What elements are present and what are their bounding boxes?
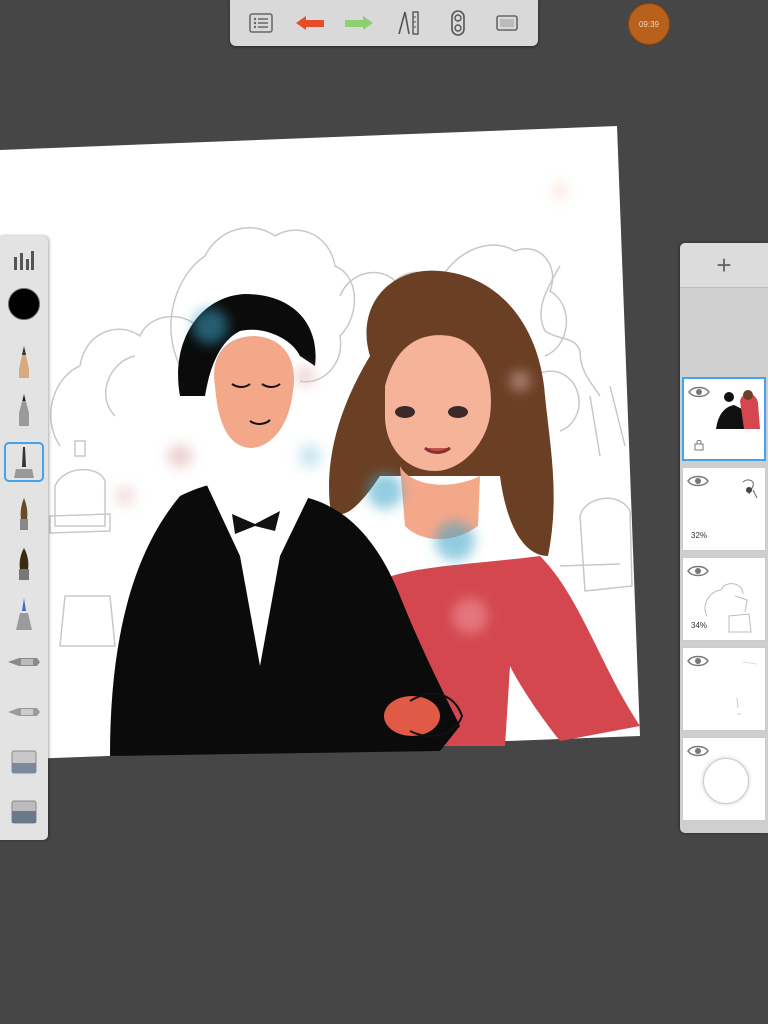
pencil-icon[interactable]: [4, 342, 44, 382]
layer-thumbnail-2[interactable]: 32%: [682, 467, 766, 551]
eye-icon[interactable]: [687, 474, 709, 488]
layer-preview: [742, 479, 758, 499]
clock-time: 09:39: [638, 19, 660, 29]
layer-thumbnail-background[interactable]: [682, 737, 766, 821]
layer-opacity: 34%: [691, 621, 708, 630]
eraser-icon[interactable]: [4, 742, 44, 782]
background-color-swatch[interactable]: [703, 758, 749, 804]
list-icon[interactable]: [243, 5, 279, 41]
hard-eraser-icon[interactable]: [4, 792, 44, 832]
paintbrush-icon[interactable]: [4, 494, 44, 534]
ballpoint-pen-icon[interactable]: [4, 390, 44, 430]
tool-panel: [0, 236, 48, 840]
clock-badge: 09:39: [628, 3, 670, 45]
lock-icon: [694, 440, 704, 451]
smudge-icon[interactable]: [4, 642, 44, 682]
artwork[interactable]: [0, 126, 640, 761]
airbrush-icon[interactable]: [4, 594, 44, 634]
layer-thumbnail-4[interactable]: [682, 647, 766, 731]
redo-arrow-icon[interactable]: [341, 5, 377, 41]
blender-icon[interactable]: [4, 692, 44, 732]
layer-opacity: 32%: [691, 531, 708, 540]
layer-preview: [704, 583, 752, 633]
layer-preview: [712, 385, 762, 433]
dark-brush-icon[interactable]: [4, 544, 44, 584]
ruler-compass-icon[interactable]: [391, 5, 427, 41]
marker-icon[interactable]: [4, 442, 44, 482]
eye-icon[interactable]: [687, 654, 709, 668]
layer-thumbnail-1[interactable]: [682, 377, 766, 461]
color-swatch[interactable]: [4, 284, 44, 324]
symmetry-icon[interactable]: [440, 5, 476, 41]
top-toolbar: [230, 0, 538, 46]
layer-preview: [736, 661, 758, 715]
plus-icon: +: [716, 250, 732, 280]
brush-library-icon[interactable]: [4, 240, 44, 280]
fullscreen-icon[interactable]: [489, 5, 525, 41]
layer-thumbnail-3[interactable]: 34%: [682, 557, 766, 641]
eye-icon[interactable]: [688, 385, 710, 399]
undo-arrow-icon[interactable]: [292, 5, 328, 41]
drawing-canvas[interactable]: [0, 126, 640, 761]
add-layer-button[interactable]: +: [680, 243, 768, 288]
eye-icon[interactable]: [687, 744, 709, 758]
layers-panel: + 32% 34%: [680, 243, 768, 833]
